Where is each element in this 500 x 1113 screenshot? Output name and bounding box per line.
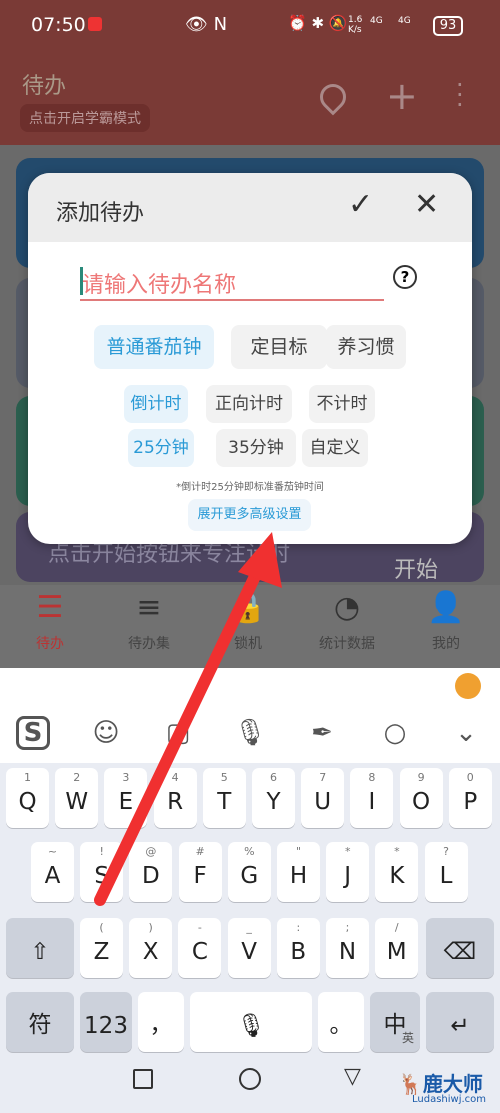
annotation-arrow [94, 532, 282, 906]
